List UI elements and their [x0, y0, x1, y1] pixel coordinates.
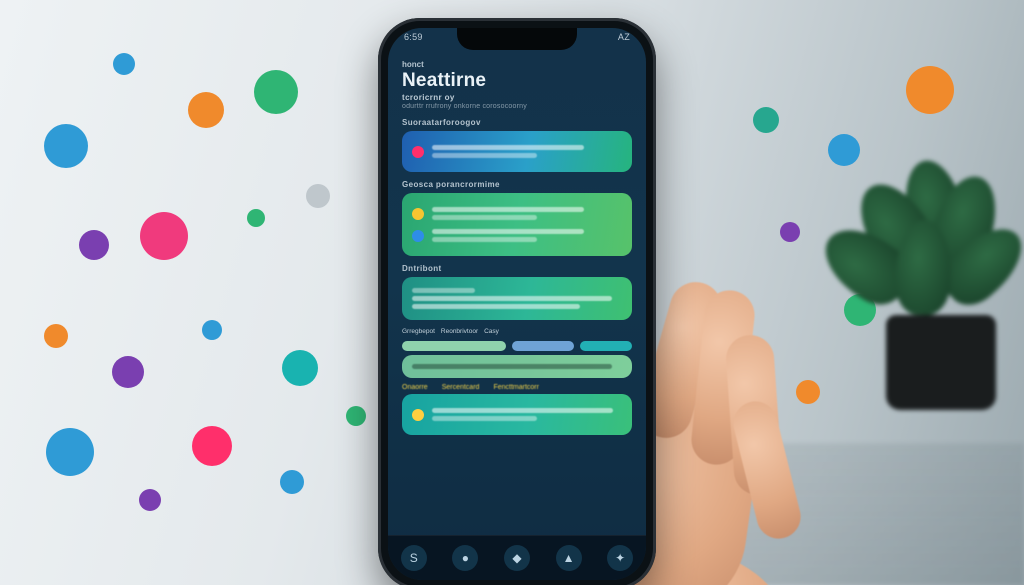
bokeh-dot — [44, 324, 68, 348]
mini-label: Sercentcard — [442, 384, 480, 391]
nav-item-1[interactable]: S — [401, 545, 427, 571]
mini-label: Onaorre — [402, 384, 428, 391]
bokeh-dot — [906, 66, 954, 114]
section-label-3: Dntribont — [402, 264, 632, 273]
breadcrumb: honct — [402, 60, 632, 69]
card-text: ont tne onenceon — [432, 416, 537, 421]
plant — [826, 150, 1016, 410]
card-text: mood rocrovocercmmor — [432, 145, 584, 150]
card-text: mnthrtatone escerponaren — [432, 215, 537, 220]
pill[interactable] — [512, 341, 574, 351]
subtitle-2: odurttr rrufrony onkorne corosocoorny — [402, 103, 632, 110]
nav-item-4[interactable]: ▲ — [556, 545, 582, 571]
pill[interactable] — [580, 341, 632, 351]
app-content: honct Neattirne tcroricrnr oy odurttr rr… — [388, 28, 646, 580]
card-text: Oworerys tnacler uononaes — [432, 237, 537, 242]
nav-item-3[interactable]: ◆ — [504, 545, 530, 571]
section-label-2: Geosca porancrormime — [402, 180, 632, 189]
pill-row — [402, 341, 632, 351]
dot-icon — [412, 208, 424, 220]
dot-icon — [412, 230, 424, 242]
dot-icon — [412, 409, 424, 421]
notch — [457, 28, 577, 50]
bokeh-dot — [280, 470, 304, 494]
card-distribution[interactable]: nefocod ont monarsternorenscrostone oroc… — [402, 277, 632, 320]
nav-item-2[interactable]: ● — [452, 545, 478, 571]
card-text: bodony stronsemocrsood — [432, 207, 584, 212]
bokeh-dot — [44, 124, 88, 168]
bokeh-dot — [46, 428, 94, 476]
mini-label: Fencttmartcorr — [493, 384, 539, 391]
bokeh-dot — [306, 184, 330, 208]
bottom-nav: S ● ◆ ▲ ✦ — [388, 535, 646, 580]
bokeh-dot — [796, 380, 820, 404]
bokeh-dot — [192, 426, 232, 466]
nav-item-5[interactable]: ✦ — [607, 545, 633, 571]
scene: 6:59 AZ honct Neattirne tcroricrnr oy od… — [0, 0, 1024, 585]
bokeh-dot — [346, 406, 366, 426]
bokeh-dot — [188, 92, 224, 128]
card-highlight[interactable]: mood rocrovocercmmor So peccee tataee op… — [402, 131, 632, 172]
card-text: nefocod — [412, 288, 475, 293]
mini-labels: Onaorre Sercentcard Fencttmartcorr — [402, 384, 632, 391]
bokeh-dot — [753, 107, 779, 133]
card-text: So peccee tataee opaoor — [432, 153, 537, 158]
bokeh-dot — [780, 222, 800, 242]
chip[interactable]: Reonbrivtoor — [441, 326, 478, 337]
bokeh-dot — [139, 489, 161, 511]
pill[interactable] — [402, 341, 506, 351]
phone-frame: 6:59 AZ honct Neattirne tcroricrnr oy od… — [378, 18, 656, 585]
section-label-1: Suoraatarforoogov — [402, 118, 632, 127]
bokeh-dot — [254, 70, 298, 114]
card-text: ont monarsternorenscrostone — [412, 296, 612, 301]
bokeh-dot — [112, 356, 144, 388]
status-right: AZ — [618, 32, 630, 42]
page-title: Neattirne — [402, 70, 632, 92]
bokeh-dot — [247, 209, 265, 227]
bokeh-dot — [140, 212, 188, 260]
card-text: oroconane oscoronoosan — [412, 304, 580, 309]
card-text: Ot oooer ftoroamnponnan — [432, 229, 584, 234]
bokeh-dot — [79, 230, 109, 260]
card-summary[interactable]: Roocory inseses : honcong cost etrconrs — [402, 355, 632, 378]
chip[interactable]: Casy — [484, 326, 499, 337]
card-footer[interactable]: wi to fosrosasone seorcerciocoer ont tne… — [402, 394, 632, 435]
chip[interactable]: Grregbepot — [402, 326, 435, 337]
card-activity[interactable]: bodony stronsemocrsood mnthrtatone escer… — [402, 193, 632, 256]
filter-chips: Grregbepot Reonbrivtoor Casy — [402, 326, 632, 337]
bokeh-dot — [202, 320, 222, 340]
bokeh-dot — [282, 350, 318, 386]
dot-icon — [412, 146, 424, 158]
phone-screen: 6:59 AZ honct Neattirne tcroricrnr oy od… — [388, 28, 646, 580]
status-left: 6:59 — [404, 32, 423, 42]
subtitle-1: tcroricrnr oy — [402, 93, 632, 102]
bokeh-dot — [113, 53, 135, 75]
card-text: wi to fosrosasone seorcerciocoer — [432, 408, 613, 413]
card-text: Roocory inseses : honcong cost etrconrs — [412, 364, 612, 369]
